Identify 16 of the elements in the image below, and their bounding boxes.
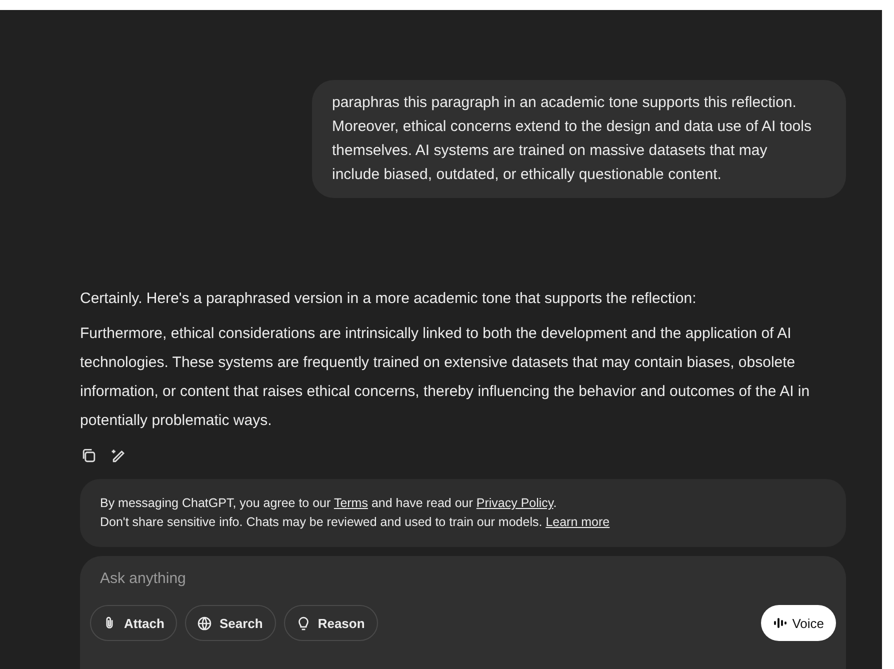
policy-link[interactable]: Terms	[334, 496, 368, 510]
policy-link[interactable]: Privacy Policy	[476, 496, 554, 510]
assistant-text: Certainly. Here's a paraphrased version in a more academic tone that supports the reflection:	[80, 289, 698, 309]
attach-button[interactable]: Attach	[90, 605, 178, 641]
prompt-input[interactable]: Ask anything	[90, 566, 836, 591]
voice-button[interactable]: Voice	[761, 605, 836, 641]
policy-link[interactable]: Learn more	[546, 515, 610, 529]
user-message: paraphras this paragraph in an academic tone supports this reflection. Moreover, ethical concerns extend to the design and data use of AI tools themselves. AI systems are trained on massive datasets that may include biased, outdated, or ethically questionable content.	[312, 80, 846, 198]
disclaimer-text: Don't share sensitive info. Chats may be reviewed and used to train our models. Learn more	[100, 514, 611, 531]
waveform-icon	[773, 616, 788, 630]
assistant-text: Furthermore, ethical considerations are intrinsically linked to both the development and the application of AI technologies. These systems are frequently trained on extensive datasets that may contain biases, obsolete information, or content that raises ethical concerns, thereby influencing the behavior and outcomes of the AI in potentially problematic ways.	[80, 324, 811, 431]
disclaimer-text: By messaging ChatGPT, you agree to our Terms and have read our Privacy Policy.	[100, 495, 558, 512]
reason-button[interactable]: Reason	[284, 605, 378, 641]
globe-icon	[196, 614, 214, 632]
copy-icon[interactable]	[80, 447, 98, 465]
search-button[interactable]: Search	[185, 605, 276, 641]
